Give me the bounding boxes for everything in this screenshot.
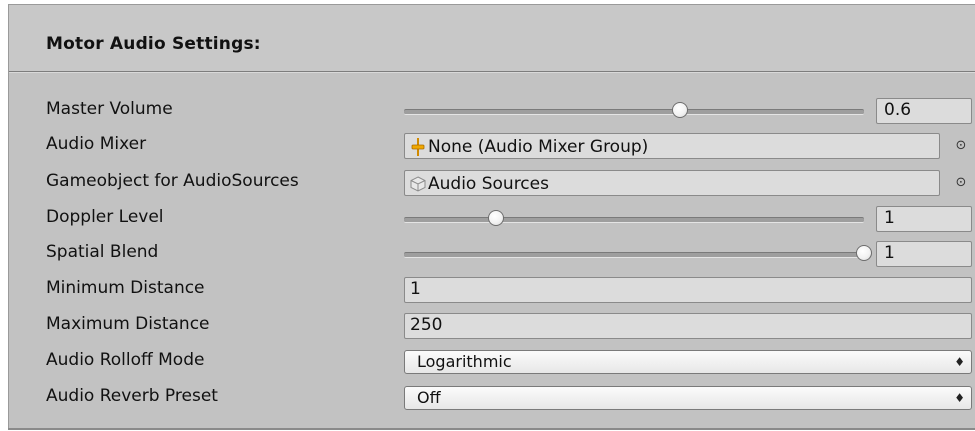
dropdown-arrows-icon: ♦ — [954, 391, 965, 405]
audio-mixer-row: Audio Mixer None (Audio Mixer Group) ⊙ — [9, 131, 975, 161]
reverb-preset-value: Off — [417, 388, 441, 407]
spatial-blend-field[interactable]: 1 — [876, 241, 972, 267]
doppler-level-field[interactable]: 1 — [876, 206, 972, 232]
audio-sources-label: Gameobject for AudioSources — [46, 171, 299, 191]
minimum-distance-label: Minimum Distance — [46, 278, 205, 298]
doppler-level-label: Doppler Level — [46, 207, 164, 227]
audio-mixer-group-icon — [410, 137, 426, 157]
panel-bottom-border — [8, 428, 975, 430]
rolloff-mode-value: Logarithmic — [417, 352, 512, 371]
master-volume-field[interactable]: 0.6 — [876, 98, 972, 124]
doppler-level-slider-thumb[interactable] — [488, 210, 504, 226]
header-divider — [9, 72, 975, 73]
maximum-distance-field[interactable]: 250 — [404, 313, 972, 339]
audio-sources-field[interactable]: Audio Sources — [404, 170, 940, 196]
spatial-blend-slider-track[interactable] — [404, 252, 864, 258]
master-volume-slider-thumb[interactable] — [672, 102, 688, 118]
object-picker-icon[interactable]: ⊙ — [954, 176, 968, 190]
spatial-blend-row: Spatial Blend 1 — [9, 239, 975, 269]
rolloff-mode-dropdown[interactable]: Logarithmic ♦ — [404, 350, 972, 374]
audio-mixer-field[interactable]: None (Audio Mixer Group) — [404, 133, 940, 159]
audio-sources-value: Audio Sources — [428, 173, 549, 194]
rolloff-mode-label: Audio Rolloff Mode — [46, 350, 205, 370]
panel-title: Motor Audio Settings: — [46, 34, 261, 54]
gameobject-cube-icon — [410, 174, 426, 194]
panel-header: Motor Audio Settings: — [9, 5, 975, 72]
audio-sources-row: Gameobject for AudioSources Audio Source… — [9, 168, 975, 198]
audio-mixer-value: None (Audio Mixer Group) — [428, 136, 649, 157]
audio-mixer-label: Audio Mixer — [46, 134, 147, 154]
object-picker-icon[interactable]: ⊙ — [954, 139, 968, 153]
doppler-level-slider-track[interactable] — [404, 217, 864, 223]
master-volume-row: Master Volume 0.6 — [9, 96, 975, 126]
reverb-preset-label: Audio Reverb Preset — [46, 386, 218, 406]
maximum-distance-label: Maximum Distance — [46, 314, 210, 334]
reverb-preset-dropdown[interactable]: Off ♦ — [404, 386, 972, 410]
dropdown-arrows-icon: ♦ — [954, 355, 965, 369]
minimum-distance-field[interactable]: 1 — [404, 277, 972, 303]
rolloff-mode-row: Audio Rolloff Mode Logarithmic ♦ — [9, 347, 975, 377]
minimum-distance-row: Minimum Distance 1 — [9, 275, 975, 305]
master-volume-label: Master Volume — [46, 99, 173, 119]
reverb-preset-row: Audio Reverb Preset Off ♦ — [9, 383, 975, 413]
spatial-blend-slider-thumb[interactable] — [856, 245, 872, 261]
motor-audio-settings-panel: Motor Audio Settings: Master Volume 0.6 … — [8, 4, 975, 429]
doppler-level-row: Doppler Level 1 — [9, 204, 975, 234]
master-volume-slider-track[interactable] — [404, 109, 864, 115]
maximum-distance-row: Maximum Distance 250 — [9, 311, 975, 341]
spatial-blend-label: Spatial Blend — [46, 242, 159, 262]
